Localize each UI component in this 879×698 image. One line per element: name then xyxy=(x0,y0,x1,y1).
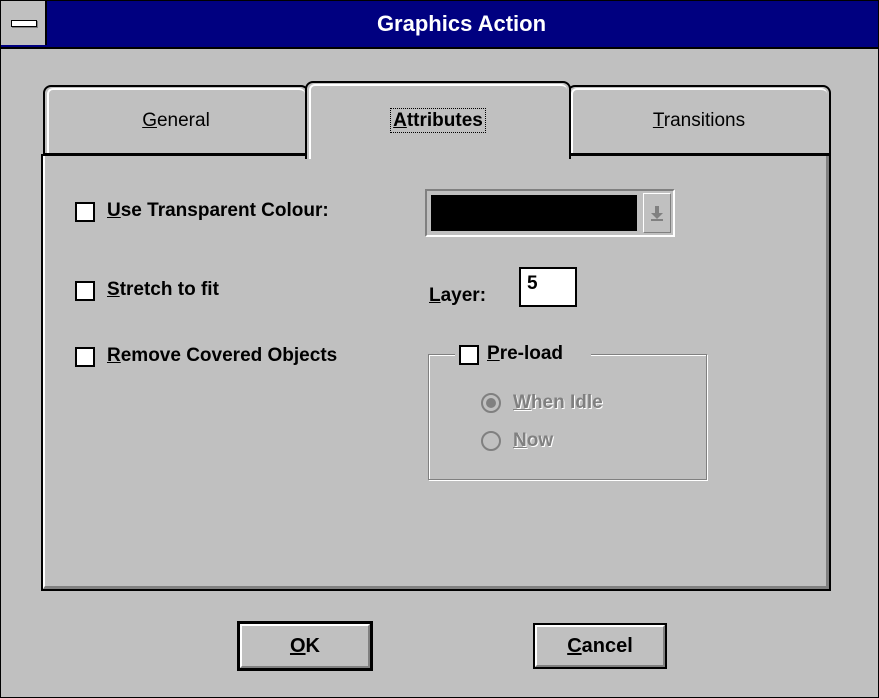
dialog-window: Graphics Action General Transitions Attr… xyxy=(0,0,879,698)
window-title: Graphics Action xyxy=(376,11,547,36)
system-menu-icon xyxy=(11,20,37,27)
tab-general-label: General xyxy=(142,110,210,131)
tab-attributes[interactable]: Attributes xyxy=(305,81,571,159)
dropdown-arrow-button[interactable] xyxy=(643,193,671,233)
use-transparent-colour-checkbox[interactable] xyxy=(75,202,95,222)
chevron-down-icon xyxy=(651,206,663,221)
transparent-colour-dropdown[interactable] xyxy=(425,189,675,237)
colour-swatch xyxy=(431,195,637,231)
system-menu-button[interactable] xyxy=(1,1,47,45)
tab-general[interactable]: General xyxy=(43,85,309,155)
cancel-button-label: Cancel xyxy=(567,635,633,657)
layer-input[interactable]: 5 xyxy=(519,267,577,307)
ok-button-label: OK xyxy=(289,635,320,657)
layer-label: Layer: xyxy=(429,285,487,306)
use-transparent-colour-label[interactable]: Use Transparent Colour: xyxy=(107,200,329,222)
now-radio[interactable] xyxy=(481,431,501,451)
remove-covered-objects-checkbox[interactable] xyxy=(75,347,95,367)
stretch-to-fit-label[interactable]: Stretch to fit xyxy=(107,279,219,301)
tab-transitions-label: Transitions xyxy=(652,110,746,131)
tab-transitions[interactable]: Transitions xyxy=(567,85,831,155)
remove-covered-objects-label[interactable]: Remove Covered Objects xyxy=(107,345,337,367)
preload-group xyxy=(428,354,707,480)
title-bar[interactable]: Graphics Action xyxy=(1,1,878,49)
now-label[interactable]: Now xyxy=(513,430,553,452)
when-idle-label[interactable]: When Idle xyxy=(513,392,603,414)
preload-checkbox[interactable] xyxy=(459,345,479,365)
cancel-button[interactable]: Cancel xyxy=(533,623,667,669)
tab-attributes-label: Attributes xyxy=(390,108,486,133)
ok-button[interactable]: OK xyxy=(237,621,373,671)
when-idle-radio[interactable] xyxy=(481,393,501,413)
stretch-to-fit-checkbox[interactable] xyxy=(75,281,95,301)
preload-label[interactable]: Pre-load xyxy=(487,343,563,365)
